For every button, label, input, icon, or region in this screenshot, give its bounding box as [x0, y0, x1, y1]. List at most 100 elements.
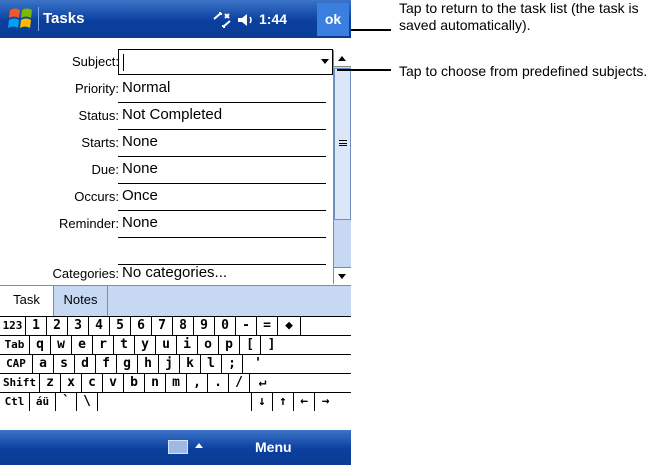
key-tab[interactable]: Tab — [0, 336, 30, 354]
key-p[interactable]: p — [219, 336, 240, 354]
status-row[interactable]: Status: Not Completed — [0, 103, 333, 130]
key-h[interactable]: h — [138, 355, 159, 373]
due-value[interactable]: None — [122, 160, 158, 177]
key-ctrl[interactable]: Ctl — [0, 393, 30, 411]
key-7[interactable]: 7 — [152, 317, 173, 335]
categories-label: Categories: — [52, 266, 119, 281]
key-o[interactable]: o — [198, 336, 219, 354]
priority-row[interactable]: Priority: Normal — [0, 76, 333, 103]
key-left-bracket[interactable]: [ — [240, 336, 261, 354]
tab-task[interactable]: Task — [0, 286, 54, 316]
occurs-value[interactable]: Once — [122, 187, 158, 204]
key-comma[interactable]: , — [187, 374, 208, 392]
arrow-down-key-icon[interactable]: ↓ — [252, 393, 273, 411]
key-k[interactable]: k — [180, 355, 201, 373]
key-y[interactable]: y — [135, 336, 156, 354]
key-0[interactable]: 0 — [215, 317, 236, 335]
title-bar: Tasks 1:44 ok — [0, 0, 351, 38]
key-u[interactable]: u — [156, 336, 177, 354]
key-slash[interactable]: / — [229, 374, 250, 392]
key-5[interactable]: 5 — [110, 317, 131, 335]
priority-label: Priority: — [74, 81, 119, 96]
starts-value[interactable]: None — [122, 133, 158, 150]
key-v[interactable]: v — [103, 374, 124, 392]
key-q[interactable]: q — [30, 336, 51, 354]
key-caps[interactable]: CAP — [0, 355, 33, 373]
key-j[interactable]: j — [159, 355, 180, 373]
tab-notes[interactable]: Notes — [54, 286, 108, 316]
key-x[interactable]: x — [61, 374, 82, 392]
scroll-up-arrow-icon[interactable] — [334, 50, 351, 67]
key-semicolon[interactable]: ; — [222, 355, 243, 373]
reminder-value[interactable]: None — [122, 214, 158, 231]
key-4[interactable]: 4 — [89, 317, 110, 335]
vertical-scrollbar[interactable] — [333, 50, 351, 284]
key-minus[interactable]: - — [236, 317, 257, 335]
key-backtick[interactable]: ` — [56, 393, 77, 411]
key-8[interactable]: 8 — [173, 317, 194, 335]
key-right-bracket[interactable]: ] — [261, 336, 282, 354]
keyboard-icon[interactable] — [168, 440, 188, 454]
key-c[interactable]: c — [82, 374, 103, 392]
key-a[interactable]: a — [33, 355, 54, 373]
space-bar[interactable] — [98, 393, 252, 411]
occurs-row[interactable]: Occurs: Once — [0, 184, 333, 211]
key-s[interactable]: s — [54, 355, 75, 373]
arrow-left-key-icon[interactable]: ← — [294, 393, 315, 411]
categories-row[interactable]: Categories: No categories... — [0, 261, 333, 288]
arrow-right-key-icon[interactable]: → — [315, 393, 336, 411]
input-selector-arrow-icon[interactable] — [195, 443, 203, 448]
key-accents[interactable]: áü — [30, 393, 56, 411]
keyboard-row-5: Ctl áü ` \ ↓ ↑ ← → — [0, 393, 351, 412]
key-z[interactable]: z — [40, 374, 61, 392]
key-m[interactable]: m — [166, 374, 187, 392]
menu-button[interactable]: Menu — [255, 439, 292, 455]
key-e[interactable]: e — [72, 336, 93, 354]
arrow-up-key-icon[interactable]: ↑ — [273, 393, 294, 411]
reminder-row[interactable]: Reminder: None — [0, 211, 333, 238]
key-i[interactable]: i — [177, 336, 198, 354]
subject-field[interactable] — [118, 49, 333, 75]
occurs-label: Occurs: — [74, 189, 119, 204]
key-6[interactable]: 6 — [131, 317, 152, 335]
key-quote[interactable]: ' — [243, 355, 273, 373]
text-caret — [123, 54, 124, 71]
scroll-down-arrow-icon[interactable] — [334, 267, 351, 284]
starts-row[interactable]: Starts: None — [0, 130, 333, 157]
key-2[interactable]: 2 — [47, 317, 68, 335]
due-row[interactable]: Due: None — [0, 157, 333, 184]
key-t[interactable]: t — [114, 336, 135, 354]
priority-value[interactable]: Normal — [122, 79, 170, 96]
key-g[interactable]: g — [117, 355, 138, 373]
ok-button[interactable]: ok — [317, 3, 349, 36]
key-backslash[interactable]: \ — [77, 393, 98, 411]
key-equals[interactable]: = — [257, 317, 278, 335]
key-w[interactable]: w — [51, 336, 72, 354]
connectivity-icon[interactable] — [211, 11, 233, 29]
pocket-pc-screen: Tasks 1:44 ok Subject: Priority: Normal — [0, 0, 351, 465]
clock[interactable]: 1:44 — [259, 11, 287, 27]
key-123[interactable]: 123 — [0, 317, 26, 335]
key-3[interactable]: 3 — [68, 317, 89, 335]
windows-start-icon[interactable] — [6, 4, 36, 34]
key-r[interactable]: r — [93, 336, 114, 354]
status-value[interactable]: Not Completed — [122, 106, 222, 123]
scroll-thumb[interactable] — [334, 68, 351, 220]
key-n[interactable]: n — [145, 374, 166, 392]
title-divider — [38, 7, 39, 31]
key-1[interactable]: 1 — [26, 317, 47, 335]
key-f[interactable]: f — [96, 355, 117, 373]
enter-key-icon[interactable]: ↵ — [250, 374, 275, 392]
key-l[interactable]: l — [201, 355, 222, 373]
keyboard-row-4: Shift z x c v b n m , . / ↵ — [0, 374, 351, 393]
key-d[interactable]: d — [75, 355, 96, 373]
subject-dropdown-arrow-icon[interactable] — [321, 59, 329, 64]
backspace-key-icon[interactable]: ◆ — [278, 317, 301, 335]
volume-icon[interactable] — [236, 11, 256, 29]
key-9[interactable]: 9 — [194, 317, 215, 335]
key-b[interactable]: b — [124, 374, 145, 392]
key-period[interactable]: . — [208, 374, 229, 392]
key-shift[interactable]: Shift — [0, 374, 40, 392]
ok-callout-text: Tap to return to the task list (the task… — [399, 0, 639, 33]
categories-value[interactable]: No categories... — [122, 264, 227, 281]
